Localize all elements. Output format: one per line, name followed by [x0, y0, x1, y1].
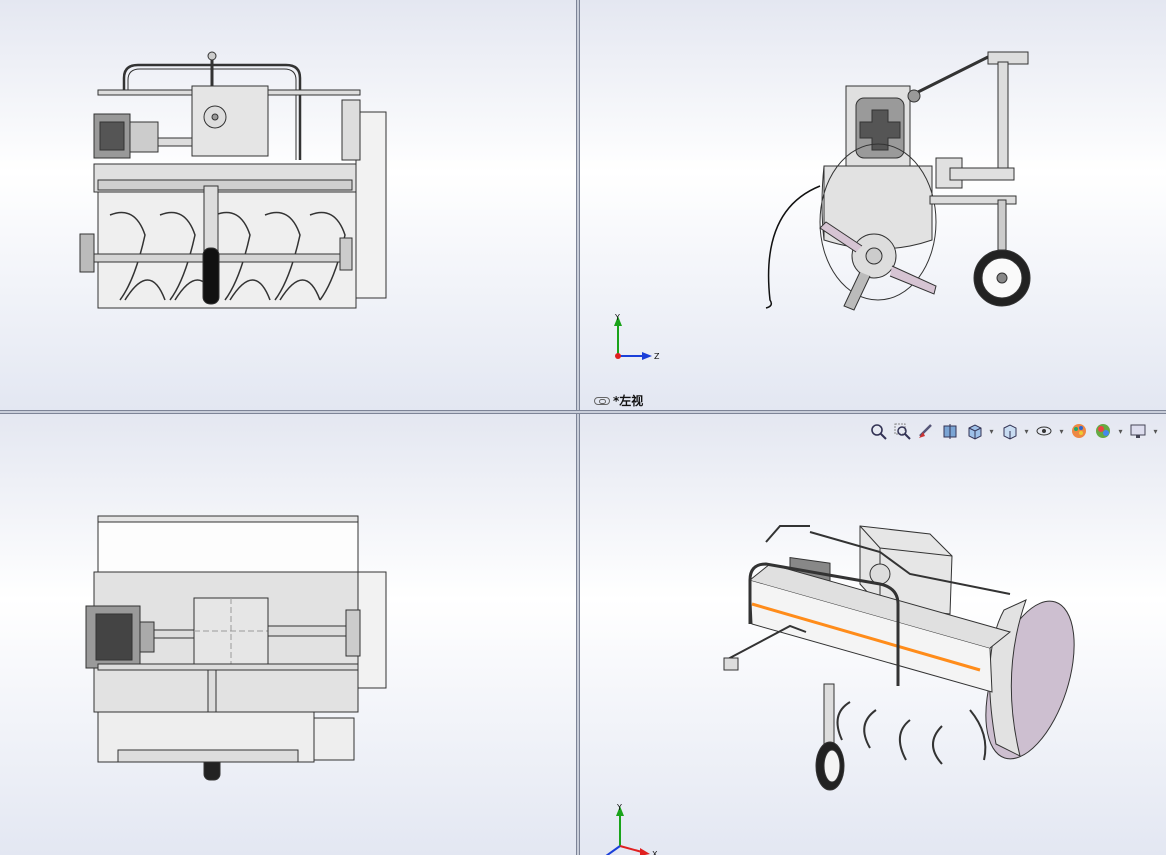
triad-iso-y-label: Y	[616, 803, 622, 812]
viewport-left[interactable]: Y Z *左视	[580, 0, 1166, 410]
triad-y-label: Y	[614, 313, 620, 322]
model-top-view	[85, 515, 387, 781]
viewport-isometric[interactable]: ▾ ▾ ▾ ▾ ▾ Y X	[580, 414, 1166, 855]
triad-z-label: Z	[654, 352, 660, 361]
model-front-view	[79, 51, 387, 309]
view-name-text: *左视	[613, 394, 644, 408]
link-icon	[594, 396, 610, 405]
viewport-splitter-vertical[interactable]	[576, 0, 580, 855]
model-isometric-view	[723, 525, 1075, 791]
viewport-front[interactable]	[0, 0, 576, 410]
viewport-top[interactable]	[0, 414, 576, 855]
coordinate-triad: Y Z	[614, 313, 660, 361]
coordinate-triad-iso: Y X	[605, 803, 658, 855]
view-name-label: *左视	[594, 392, 643, 409]
triad-iso-x-label: X	[652, 850, 658, 855]
viewport-splitter-horizontal[interactable]	[0, 410, 1166, 414]
